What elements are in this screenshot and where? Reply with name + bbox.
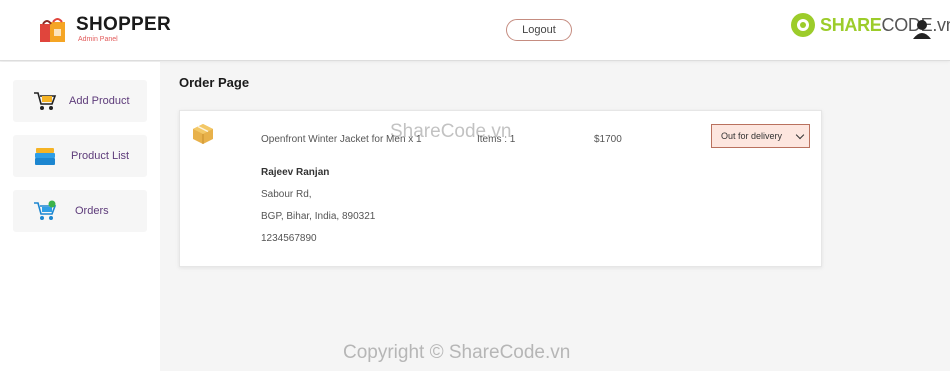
customer-street: Sabour Rd, (261, 189, 312, 200)
order-price: $1700 (594, 134, 622, 145)
brand-subtitle: Admin Panel (78, 36, 118, 43)
order-status-select[interactable]: Out for delivery (711, 124, 810, 148)
sidebar-item-orders[interactable]: Orders (13, 190, 147, 232)
sidebar: Add Product Product List Orders (0, 62, 160, 371)
brand-title: SHOPPER (76, 14, 172, 35)
stack-icon (35, 148, 55, 165)
top-navbar: SHOPPER Admin Panel Logout SHARECODE.vn (0, 0, 950, 61)
chevron-down-icon (795, 130, 805, 140)
customer-name: Rajeev Ranjan (261, 167, 330, 178)
sidebar-item-product-list[interactable]: Product List (13, 135, 147, 177)
customer-phone: 1234567890 (261, 233, 317, 244)
sharecode-logo-icon (791, 13, 815, 37)
user-avatar-icon[interactable] (912, 18, 932, 40)
sidebar-item-label: Product List (71, 150, 130, 162)
cart-icon (34, 92, 57, 110)
sidebar-item-label: Orders (75, 205, 109, 217)
logout-button[interactable]: Logout (506, 19, 572, 41)
sidebar-item-add-product[interactable]: Add Product (13, 80, 147, 122)
page-title: Order Page (179, 75, 250, 90)
brand: SHOPPER Admin Panel (38, 14, 171, 44)
parcel-icon (193, 124, 213, 144)
watermark-bottom: Copyright © ShareCode.vn (343, 342, 571, 363)
cart-check-icon (34, 200, 57, 220)
customer-city-line: BGP, Bihar, India, 890321 (261, 211, 376, 222)
shopping-bag-icon (40, 18, 65, 42)
watermark-center: ShareCode.vn (390, 121, 512, 142)
sidebar-item-label: Add Product (69, 95, 130, 107)
order-status-value: Out for delivery (721, 131, 783, 141)
